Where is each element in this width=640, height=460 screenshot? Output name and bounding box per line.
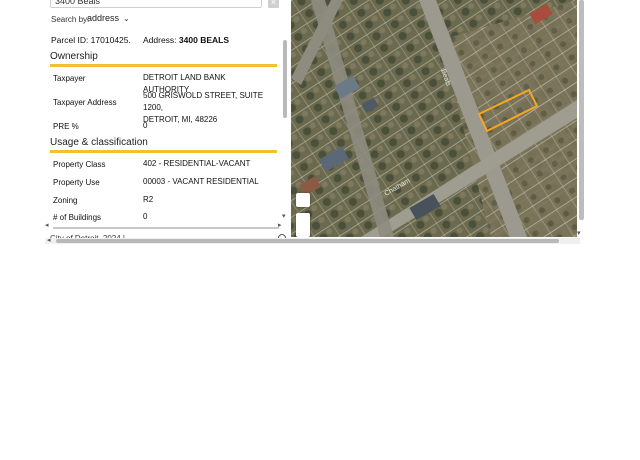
search-by-value: address	[87, 13, 120, 23]
property-use-value: 00003 - VACANT RESIDENTIAL	[143, 177, 259, 186]
taxpayer-address-line1: 500 GRISWOLD STREET, SUITE 1200,	[143, 91, 264, 112]
property-class-label: Property Class	[53, 160, 106, 169]
panel-vertical-scrollbar[interactable]: ▾	[282, 40, 288, 220]
panel-horizontal-scrollbar[interactable]: ◂ ▸	[45, 221, 288, 232]
map-zoom-out-button[interactable]	[296, 213, 310, 237]
search-by-dropdown[interactable]: address ⌄	[87, 13, 130, 23]
parcel-info-panel: 3400 Beals × Search by: address ⌄ Parcel …	[45, 0, 291, 246]
map-vertical-scrollbar[interactable]	[579, 0, 584, 220]
parcel-address: Address: 3400 BEALS	[143, 35, 229, 45]
usage-section-title: Usage & classification	[50, 137, 277, 153]
buildings-label: # of Buildings	[53, 213, 102, 222]
buildings-value: 0	[143, 212, 148, 221]
pre-value: 0	[143, 121, 148, 130]
taxpayer-label: Taxpayer	[53, 74, 86, 83]
aerial-imagery: Beals Chatham	[291, 0, 577, 237]
address-value: 3400 BEALS	[178, 35, 230, 45]
page-horizontal-scroll-thumb[interactable]	[56, 239, 559, 243]
search-by-label: Search by:	[51, 15, 90, 24]
property-use-label: Property Use	[53, 178, 100, 187]
map-scroll-down-arrow-icon[interactable]: ▾	[577, 229, 581, 237]
clear-search-button[interactable]: ×	[268, 0, 279, 8]
ownership-section-title: Ownership	[50, 51, 277, 67]
zoning-label: Zoning	[53, 196, 78, 205]
page-scroll-left-arrow-icon[interactable]: ◂	[47, 236, 51, 244]
scroll-left-arrow-icon[interactable]: ◂	[45, 221, 49, 229]
map-zoom-in-button[interactable]	[296, 193, 310, 207]
search-input[interactable]: 3400 Beals	[50, 0, 262, 8]
scroll-right-arrow-icon[interactable]: ▸	[278, 221, 282, 229]
taxpayer-address-label: Taxpayer Address	[53, 98, 117, 107]
property-class-value: 402 - RESIDENTIAL-VACANT	[143, 159, 251, 168]
chevron-down-icon: ⌄	[123, 14, 130, 23]
scroll-down-arrow-icon[interactable]: ▾	[282, 212, 286, 220]
address-label: Address:	[143, 35, 177, 45]
zoning-value: R2	[143, 195, 154, 204]
panel-scroll-thumb[interactable]	[283, 40, 287, 118]
aerial-map[interactable]: Beals Chatham	[291, 0, 577, 237]
parcel-id: Parcel ID: 17010425.	[51, 35, 131, 45]
panel-hscroll-track[interactable]	[53, 227, 279, 229]
pre-label: PRE %	[53, 122, 79, 131]
